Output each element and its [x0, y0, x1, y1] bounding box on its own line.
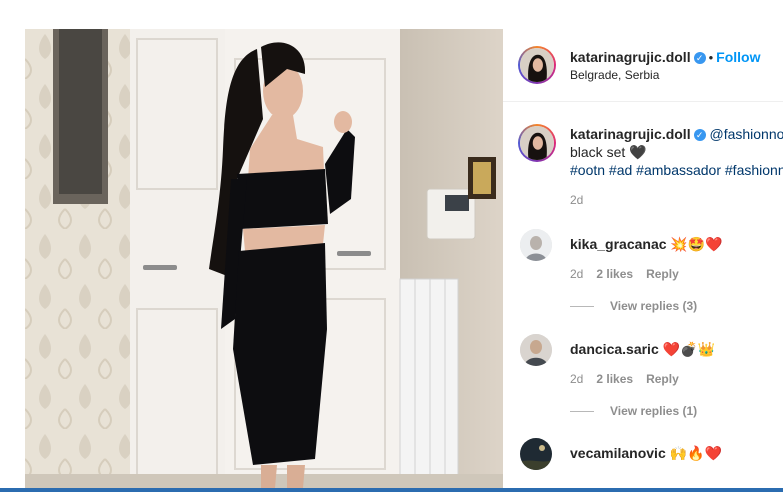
commenter-avatar-image [520, 229, 552, 261]
comment-likes[interactable]: 2 likes [596, 267, 633, 281]
comment-meta: 2d 2 likes Reply [570, 267, 692, 281]
comment-text: 🙌🔥❤️ [669, 445, 722, 461]
author-username[interactable]: katarinagrujic.doll [570, 49, 691, 65]
caption-timestamp[interactable]: 2d [570, 193, 583, 207]
caption-text: black set 🖤 [570, 144, 647, 160]
post-photo[interactable] [25, 29, 503, 488]
commenter-avatar[interactable] [520, 438, 552, 470]
commenter-avatar[interactable] [520, 334, 552, 366]
commenter-avatar[interactable] [520, 229, 552, 261]
author-avatar[interactable] [518, 46, 556, 84]
post-side-panel: katarinagrujic.doll ✓ • Follow Belgrade, Se… [503, 29, 783, 488]
commenter-avatar-image [520, 334, 552, 366]
view-replies-button[interactable]: View replies (1) [570, 404, 697, 418]
comment-reply-button[interactable]: Reply [646, 267, 679, 281]
caption-first-line: katarinagrujic.doll✓ @fashionnov [570, 126, 783, 142]
view-replies-label: View replies (3) [610, 299, 698, 313]
comment-time[interactable]: 2d [570, 267, 583, 281]
post-photo-image [25, 29, 503, 488]
comment-username[interactable]: vecamilanovic [570, 445, 666, 461]
caption-avatar-image [520, 126, 554, 160]
comment-time[interactable]: 2d [570, 372, 583, 386]
view-replies-label: View replies (1) [610, 404, 698, 418]
comment-username[interactable]: kika_gracanac [570, 236, 667, 252]
author-avatar-image [520, 48, 554, 82]
follow-button[interactable]: Follow [716, 49, 760, 65]
comment-text: 💥🤩❤️ [670, 236, 723, 252]
comment-text: ❤️💣👑 [662, 341, 715, 357]
caption-author-avatar[interactable] [518, 124, 556, 162]
separator-dot: • [708, 50, 714, 65]
comment-reply-button[interactable]: Reply [646, 372, 679, 386]
comment-row: vecamilanovic 🙌🔥❤️ [570, 445, 722, 462]
caption-hashtags[interactable]: #ootn #ad #ambassador #fashionn [570, 162, 783, 178]
comment-row: dancica.saric ❤️💣👑 [570, 341, 715, 358]
caption-mention[interactable]: @fashionnov [709, 126, 783, 142]
post-location[interactable]: Belgrade, Serbia [570, 68, 659, 82]
comment-meta: 2d 2 likes Reply [570, 372, 692, 386]
post-header: katarinagrujic.doll ✓ • Follow Belgrade, Se… [503, 29, 783, 102]
replies-divider [570, 306, 594, 308]
verified-badge-icon: ✓ [693, 51, 706, 64]
caption-verified-badge-icon: ✓ [693, 129, 706, 142]
comment-username[interactable]: dancica.saric [570, 341, 659, 357]
caption-username[interactable]: katarinagrujic.doll [570, 126, 691, 142]
bottom-accent-bar [0, 488, 783, 492]
view-replies-button[interactable]: View replies (3) [570, 299, 697, 313]
replies-divider [570, 411, 594, 413]
header-title-row: katarinagrujic.doll ✓ • Follow [570, 49, 760, 67]
comment-row: kika_gracanac 💥🤩❤️ [570, 236, 723, 253]
commenter-avatar-image [520, 438, 552, 470]
comment-likes[interactable]: 2 likes [596, 372, 633, 386]
